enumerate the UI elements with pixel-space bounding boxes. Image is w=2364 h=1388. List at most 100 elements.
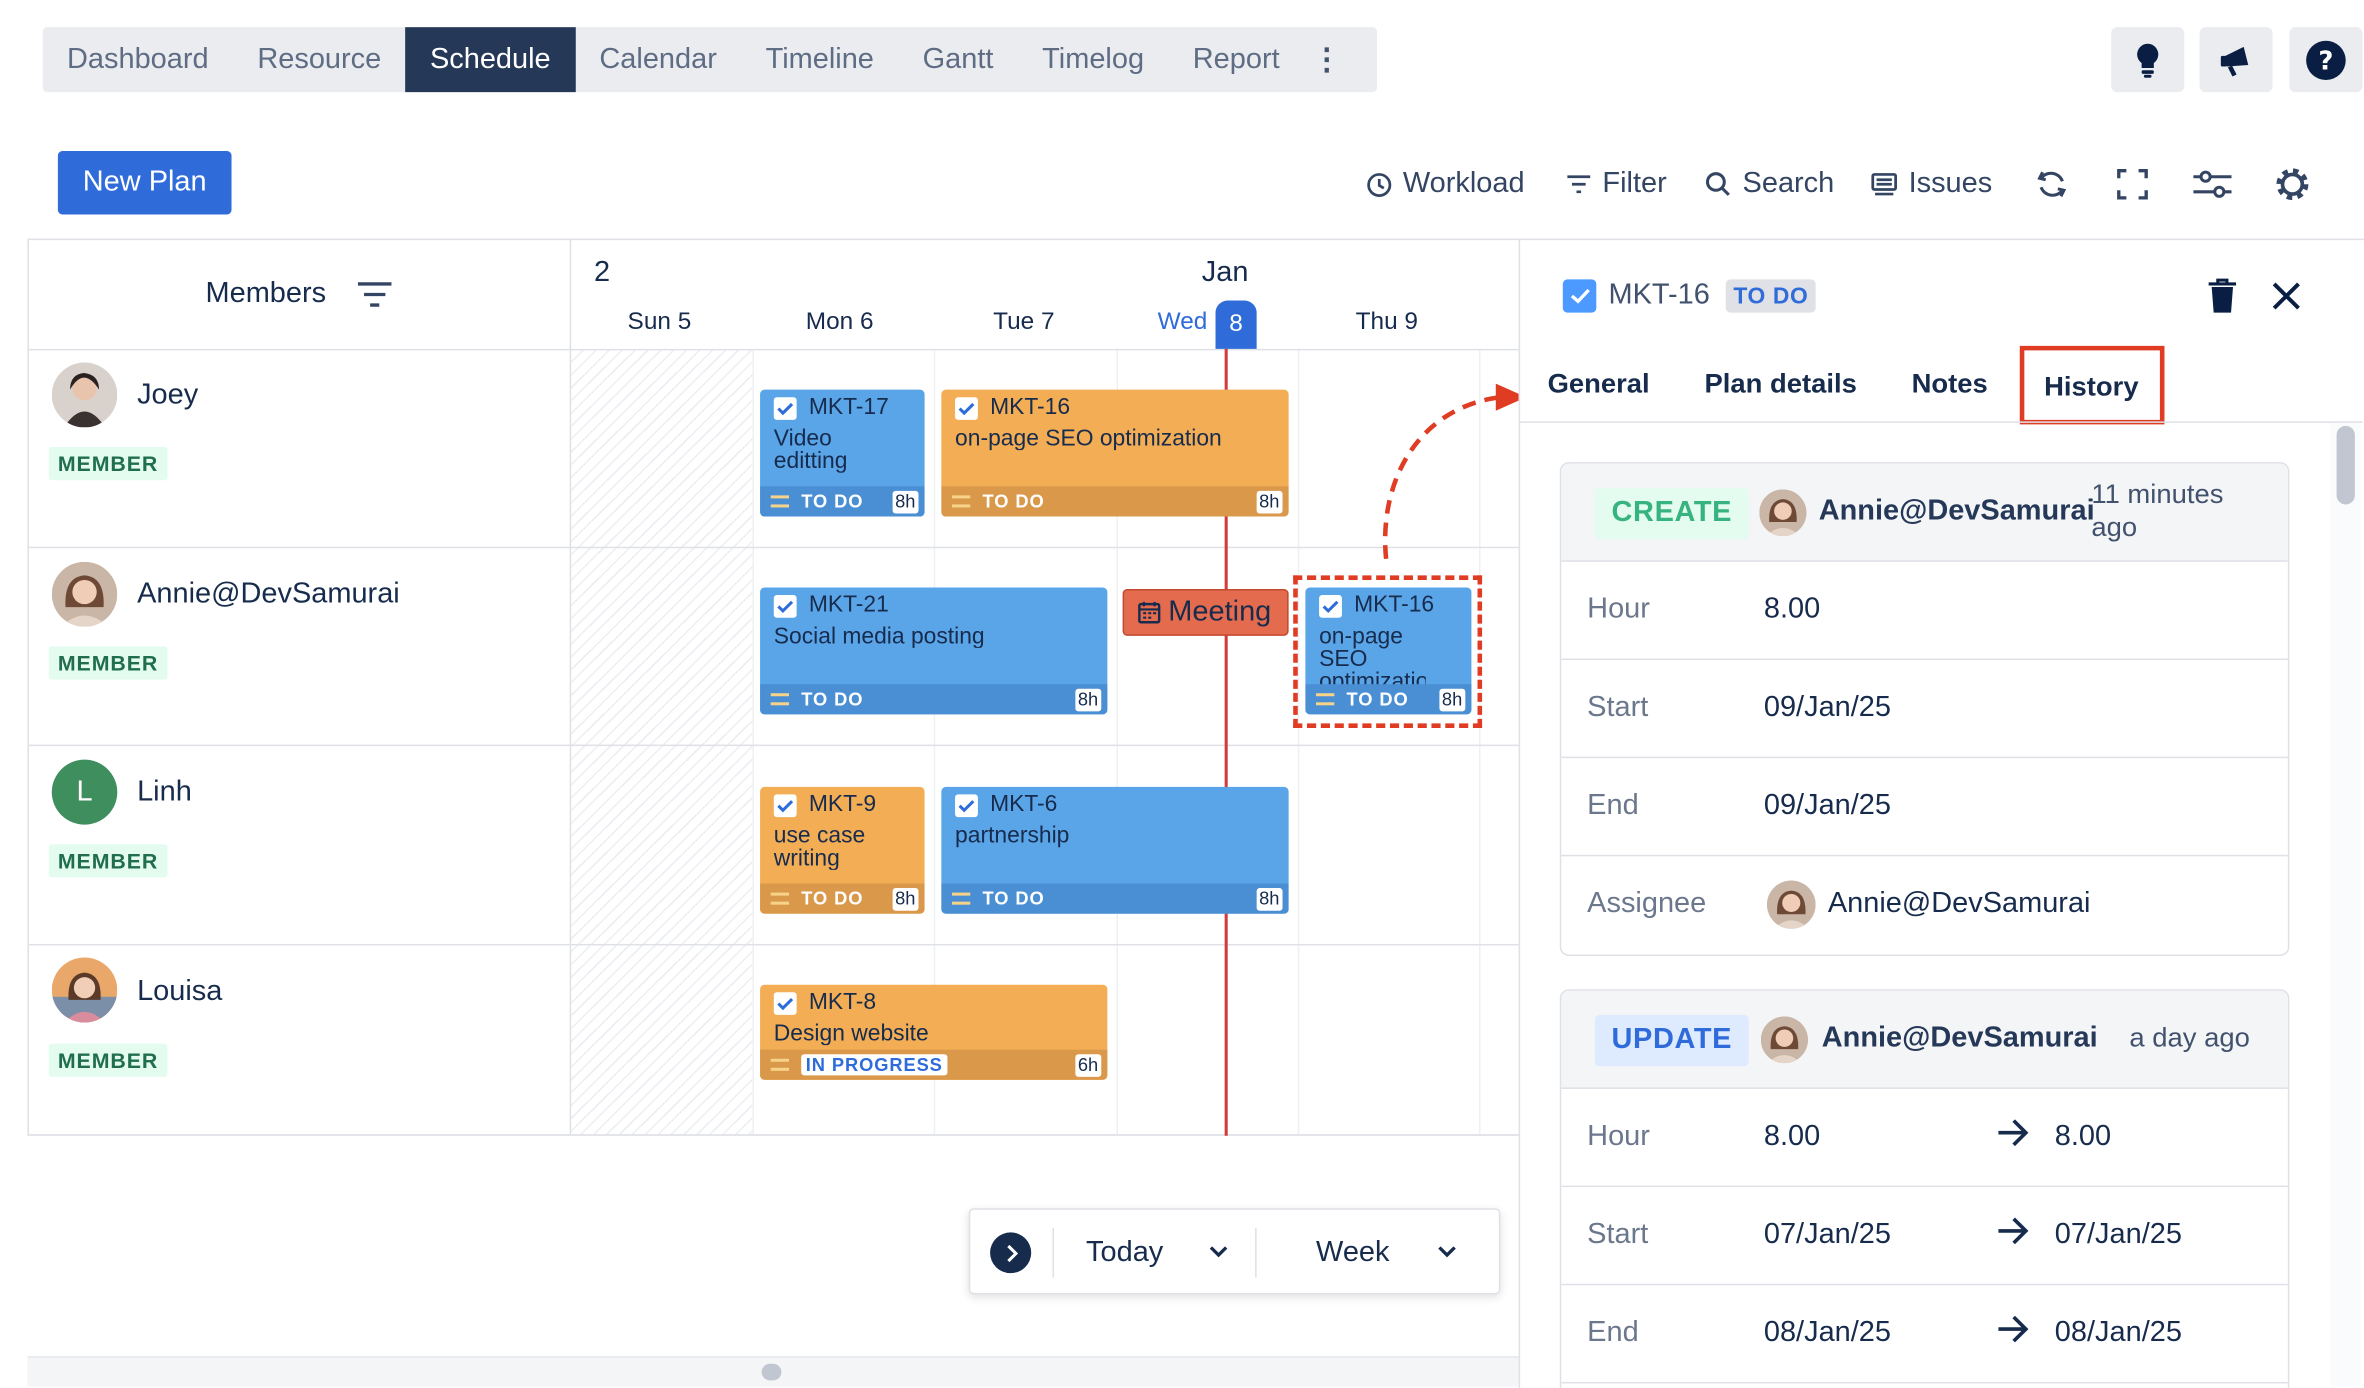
avatar (51, 362, 118, 428)
settings-button[interactable] (2271, 163, 2314, 205)
date-navigation-bar: Today Week (968, 1208, 1501, 1295)
nav-tab-report[interactable]: Report (1168, 27, 1304, 92)
day-divider (1297, 350, 1300, 1135)
task-card[interactable]: MKT-16 on-page SEO optimization TO DO 8h (941, 389, 1289, 517)
task-key: MKT-17 (808, 394, 889, 420)
row-divider (28, 744, 1519, 747)
field-label: Start (1587, 691, 1649, 724)
avatar (51, 957, 118, 1023)
arrow-right-icon (1998, 1217, 2029, 1245)
tab-plan-details[interactable]: Plan details (1704, 369, 1856, 401)
sort-icon[interactable] (357, 281, 394, 308)
view-select-value[interactable]: Week (1316, 1237, 1389, 1270)
task-hours: 6h (1074, 1054, 1102, 1077)
tab-general[interactable]: General (1548, 369, 1650, 401)
tab-notes[interactable]: Notes (1912, 369, 1988, 401)
vertical-scrollbar[interactable] (2330, 422, 2361, 1387)
horizontal-scrollbar[interactable] (27, 1356, 1519, 1387)
lightbulb-button[interactable] (2111, 27, 2185, 93)
scroll-thumb[interactable] (761, 1363, 782, 1381)
priority-medium-icon (770, 892, 790, 905)
highlight-dashed-box (1293, 575, 1483, 728)
issues-icon (1871, 172, 1897, 195)
nav-tab-timeline[interactable]: Timeline (741, 27, 898, 92)
arrow-right-icon (1998, 1315, 2029, 1343)
task-card[interactable]: MKT-6 partnership TO DO 8h (941, 786, 1289, 914)
filter-icon (1567, 175, 1591, 194)
history-entry-header: CREATE Annie@DevSamurai 11 minutes ago (1561, 463, 2288, 562)
task-card[interactable]: MKT-8 Design website IN PROGRESS 6h (760, 984, 1108, 1080)
member-name: Annie@DevSamurai (137, 578, 400, 611)
issues-label: Issues (1908, 167, 1993, 200)
lightbulb-icon (2137, 43, 2159, 78)
new-plan-button[interactable]: New Plan (57, 151, 232, 215)
nav-tab-gantt[interactable]: Gantt (898, 27, 1018, 92)
task-key: MKT-8 (808, 989, 877, 1015)
field-value: Annie@DevSamurai (1827, 888, 2091, 920)
field-new-value: 07/Jan/25 (2054, 1218, 2182, 1251)
avatar-photo-icon (51, 561, 118, 627)
more-vertical-icon[interactable]: ⋮ (1304, 27, 1350, 92)
header-divider (28, 348, 1519, 351)
filter-button[interactable]: Filter (1566, 163, 1667, 205)
task-title: Video editting (773, 427, 848, 473)
task-status: TO DO (801, 490, 864, 512)
workload-button[interactable]: Workload (1366, 163, 1525, 205)
task-hours: 8h (892, 888, 919, 911)
chevron-right-icon[interactable] (990, 1232, 1032, 1274)
history-row: Hour 8.00 8.00 (1561, 1089, 2288, 1188)
history-entry: UPDATE Annie@DevSamurai a day ago Hour 8… (1559, 989, 2290, 1388)
trash-icon[interactable] (2207, 278, 2237, 314)
close-icon[interactable] (2271, 281, 2301, 311)
scroll-thumb[interactable] (2336, 425, 2355, 505)
nav-tab-dashboard[interactable]: Dashboard (43, 27, 233, 92)
divider (1052, 1227, 1055, 1278)
announcements-button[interactable] (2199, 27, 2273, 93)
issue-key-link[interactable]: MKT-16 (1608, 279, 1709, 312)
nav-tab-calendar[interactable]: Calendar (575, 27, 741, 92)
search-button[interactable]: Search (1704, 163, 1834, 205)
issues-button[interactable]: Issues (1870, 163, 1992, 205)
help-button[interactable]: ? (2289, 27, 2363, 93)
task-status: TO DO (982, 490, 1045, 512)
today-select-value[interactable]: Today (1086, 1237, 1163, 1270)
nav-tab-resource[interactable]: Resource (233, 27, 406, 92)
refresh-button[interactable] (2030, 163, 2073, 205)
avatar-photo-icon (51, 362, 118, 428)
task-card[interactable]: MKT-9 use case writing TO DO 8h (760, 786, 925, 914)
view-settings-button[interactable] (2190, 163, 2233, 205)
highlight-box (2019, 345, 2165, 425)
avatar (1759, 489, 1807, 537)
field-label: Start (1587, 1218, 1649, 1251)
task-status: IN PROGRESS (801, 1054, 948, 1076)
month-label: Jan (1201, 256, 1249, 289)
nav-tab-timelog[interactable]: Timelog (1018, 27, 1169, 92)
day-divider (752, 350, 754, 1135)
chevron-down-icon[interactable] (1209, 1246, 1228, 1258)
field-label: End (1587, 789, 1639, 822)
today-date-badge: 8 (1215, 300, 1257, 349)
settings-icon (2276, 168, 2309, 201)
task-title: partnership (955, 824, 1070, 848)
row-divider (28, 546, 1519, 549)
weekend-column (571, 350, 753, 1135)
task-status: TO DO (801, 888, 864, 910)
clock-icon (1367, 172, 1392, 197)
nav-tab-schedule[interactable]: Schedule (405, 27, 576, 93)
field-new-value: 8.00 (2054, 1120, 2112, 1153)
filter-label: Filter (1602, 167, 1667, 200)
meeting-event[interactable]: Meeting (1122, 589, 1289, 636)
field-value: 8.00 (1763, 593, 1821, 626)
task-card[interactable]: MKT-21 Social media posting TO DO 8h (760, 587, 1108, 715)
task-title: use case writing (773, 824, 866, 870)
chevron-down-icon[interactable] (1438, 1246, 1456, 1258)
action-badge: CREATE (1594, 487, 1749, 540)
member-name: Linh (137, 776, 192, 809)
fullscreen-icon (2117, 169, 2148, 200)
checkbox-icon (773, 397, 797, 420)
task-key: MKT-21 (808, 592, 889, 618)
history-time: 11 minutes ago (2091, 478, 2224, 543)
task-card[interactable]: MKT-17 Video editting TO DO 8h (760, 389, 925, 517)
fullscreen-button[interactable] (2111, 163, 2154, 205)
field-label: Assignee (1587, 888, 1707, 920)
